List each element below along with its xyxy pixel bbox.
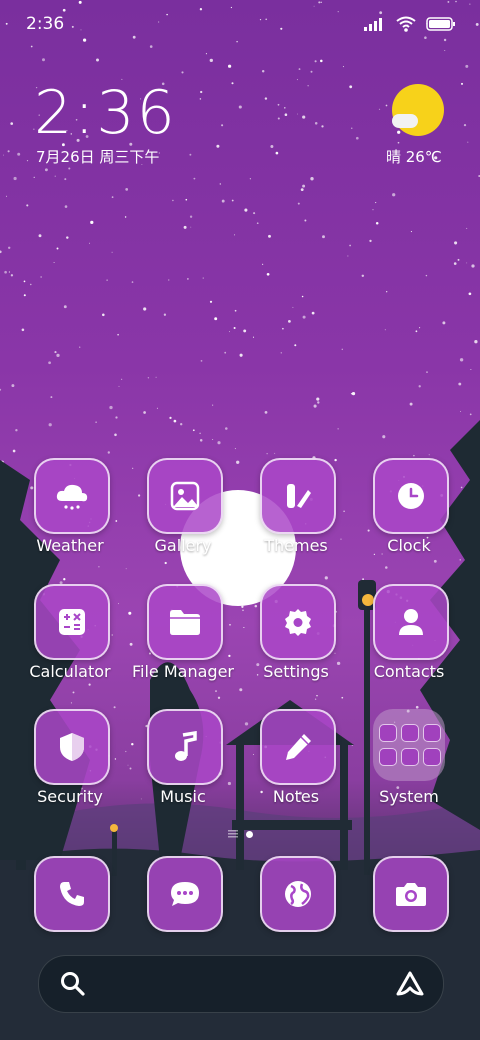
status-bar: 2:36 <box>0 0 480 48</box>
app-label: Weather <box>36 536 104 555</box>
app-icon-tile[interactable] <box>373 856 449 932</box>
clock-widget-time[interactable]: 2:36 <box>34 78 177 148</box>
app-label: Calculator <box>29 662 111 681</box>
app-weather[interactable]: Weather <box>10 458 130 568</box>
person-icon <box>399 609 423 635</box>
folder-grid-icon[interactable] <box>373 709 445 781</box>
app-label: Contacts <box>373 662 445 681</box>
app-settings[interactable]: Settings <box>236 584 356 694</box>
app-icon-tile[interactable] <box>260 856 336 932</box>
weather-widget-text: 晴 26℃ <box>386 148 442 166</box>
image-icon <box>170 481 200 511</box>
dock-messages[interactable] <box>123 856 243 966</box>
phone-icon <box>60 882 84 906</box>
camera-icon <box>396 883 426 906</box>
globe-icon <box>285 881 311 907</box>
page-dot-active <box>245 830 253 838</box>
signal-icon <box>364 18 382 31</box>
music-note-icon <box>175 731 197 761</box>
list-page-icon <box>227 830 238 838</box>
folder-icon <box>170 610 200 635</box>
app-icon-tile[interactable] <box>34 458 110 534</box>
app-security[interactable]: Security <box>10 709 130 819</box>
app-label: Security <box>37 787 103 806</box>
app-icon-tile[interactable] <box>260 709 336 785</box>
chat-icon <box>171 882 199 906</box>
app-calculator[interactable]: Calculator <box>10 584 130 694</box>
clock-widget-date: 7月26日 周三下午 <box>36 148 160 166</box>
app-icon-tile[interactable] <box>147 709 223 785</box>
app-music[interactable]: Music <box>123 709 243 819</box>
app-icon-tile[interactable] <box>147 458 223 534</box>
app-label: Notes <box>272 787 320 806</box>
app-icon-tile[interactable] <box>147 856 223 932</box>
page-indicator[interactable] <box>0 830 480 838</box>
app-icon-tile[interactable] <box>373 458 449 534</box>
dock-camera[interactable] <box>349 856 469 966</box>
clock-icon <box>398 483 424 509</box>
app-notes[interactable]: Notes <box>236 709 356 819</box>
app-icon-tile[interactable] <box>34 584 110 660</box>
calculator-icon <box>59 609 85 635</box>
app-icon-tile[interactable] <box>373 584 449 660</box>
status-time: 2:36 <box>26 14 65 34</box>
search-bar[interactable] <box>38 955 444 1013</box>
shield-icon <box>60 733 84 761</box>
assistant-logo-icon[interactable] <box>395 970 425 998</box>
app-gallery[interactable]: Gallery <box>123 458 243 568</box>
app-icon-tile[interactable] <box>34 709 110 785</box>
brush-icon <box>287 484 311 508</box>
battery-icon <box>426 17 455 31</box>
gear-icon <box>285 609 311 636</box>
dock-phone[interactable] <box>10 856 130 966</box>
app-clock[interactable]: Clock <box>349 458 469 568</box>
app-themes[interactable]: Themes <box>236 458 356 568</box>
app-label: Clock <box>387 536 431 555</box>
cloud-icon <box>56 484 88 510</box>
app-label: File Manager <box>132 662 234 681</box>
search-icon[interactable] <box>59 970 87 998</box>
app-label: Themes <box>264 536 328 555</box>
app-label: System <box>379 787 439 806</box>
app-label: Music <box>160 787 206 806</box>
pencil-icon <box>286 734 311 760</box>
wifi-icon <box>396 16 416 32</box>
app-file-manager[interactable]: File Manager <box>123 584 243 694</box>
app-icon-tile[interactable] <box>34 856 110 932</box>
app-system-folder[interactable]: System <box>349 709 469 819</box>
app-contacts[interactable]: Contacts <box>349 584 469 694</box>
sun-icon[interactable] <box>392 84 444 136</box>
dock-browser[interactable] <box>236 856 356 966</box>
cloud-icon <box>392 114 418 128</box>
app-label: Gallery <box>154 536 212 555</box>
app-label: Settings <box>263 662 329 681</box>
app-icon-tile[interactable] <box>260 584 336 660</box>
app-icon-tile[interactable] <box>260 458 336 534</box>
app-icon-tile[interactable] <box>147 584 223 660</box>
